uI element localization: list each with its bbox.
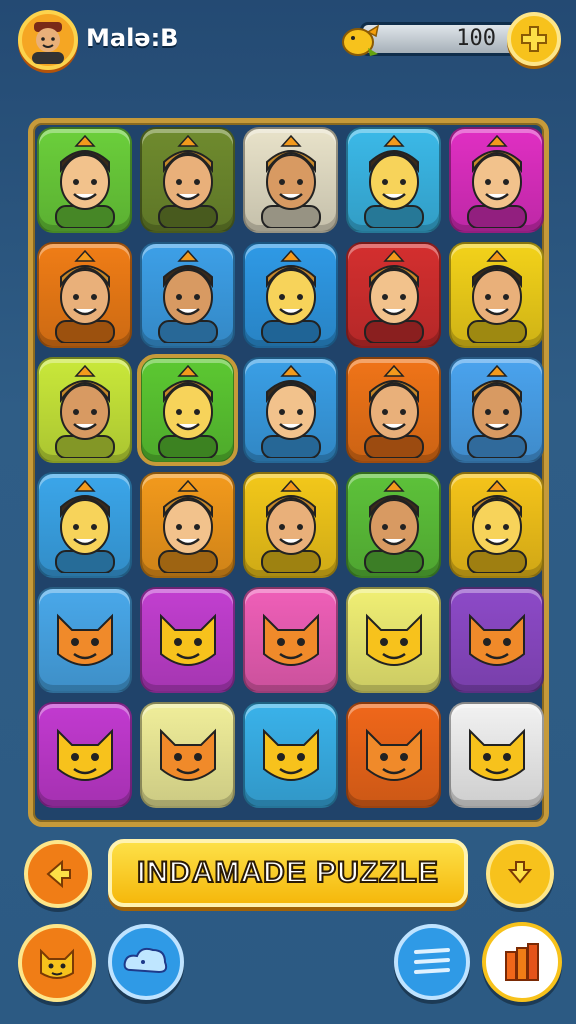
down-button[interactable]	[486, 840, 554, 908]
puzzle-tile[interactable]	[346, 702, 441, 808]
player-avatar-icon	[32, 22, 64, 64]
puzzle-tile[interactable]	[243, 472, 338, 578]
puzzle-tile[interactable]	[449, 242, 544, 348]
add-coins-button[interactable]	[507, 12, 561, 66]
curly-hair-woman-icon	[260, 134, 321, 228]
cloud-button[interactable]	[108, 924, 184, 1000]
puzzle-tile[interactable]	[140, 702, 235, 808]
orange-cat-icon	[262, 613, 319, 666]
cloud-creature-icon	[123, 947, 168, 974]
puzzle-tile[interactable]	[346, 357, 441, 463]
puzzle-tile[interactable]	[243, 702, 338, 808]
tiki-mask-icon	[260, 364, 321, 458]
puzzle-tile[interactable]	[346, 472, 441, 578]
puzzle-tile[interactable]	[243, 587, 338, 693]
puzzle-tile[interactable]	[449, 357, 544, 463]
plus-icon	[521, 26, 547, 52]
crowned-smiling-man-icon	[260, 249, 321, 343]
palm-tree-icon	[363, 479, 424, 573]
old-man-hat-icon	[466, 134, 527, 228]
arrow-down-icon	[507, 861, 533, 884]
puzzle-tile[interactable]	[37, 472, 132, 578]
coin-count: 100	[456, 26, 496, 51]
puzzle-tile[interactable]	[243, 127, 338, 233]
puzzle-tile[interactable]	[346, 127, 441, 233]
elf-face-icon	[157, 134, 218, 228]
cone-hat-man-icon	[54, 479, 115, 573]
maroon-hat-man-icon	[466, 479, 527, 573]
puzzle-board	[28, 118, 549, 827]
puzzle-tile[interactable]	[449, 587, 544, 693]
puzzle-tile[interactable]	[37, 587, 132, 693]
green-hat-man-icon	[363, 249, 424, 343]
puzzle-tile[interactable]	[137, 354, 238, 466]
list-lines-icon	[414, 948, 450, 974]
cat-face-icon	[40, 948, 74, 979]
smiling-cat-icon	[365, 613, 422, 666]
puzzle-tile[interactable]	[140, 127, 235, 233]
back-button[interactable]	[24, 840, 92, 908]
dark-hair-man-icon	[466, 249, 527, 343]
puzzle-tile[interactable]	[243, 357, 338, 463]
goblin-face-icon	[157, 364, 218, 458]
arrow-left-icon	[46, 859, 71, 889]
masked-man-icon	[54, 134, 115, 228]
crowned-boy-icon	[157, 479, 218, 573]
star-chick-icon	[468, 728, 525, 781]
puzzle-tile[interactable]	[37, 242, 132, 348]
wing-leaf-icon	[468, 613, 525, 666]
blue-bird-brush-icon	[365, 728, 422, 781]
menu-button[interactable]	[394, 924, 470, 1000]
grandma-icon	[54, 364, 115, 458]
puzzle-title: INDAMADE PUZZLE	[136, 855, 439, 890]
blocks-button[interactable]	[482, 922, 562, 1002]
orange-blocks-icon	[505, 943, 539, 981]
puzzle-tile[interactable]	[140, 472, 235, 578]
coin-creature-icon	[342, 24, 380, 56]
puzzle-tile[interactable]	[346, 587, 441, 693]
yellow-cat-icon	[56, 613, 113, 666]
puzzle-tile[interactable]	[140, 587, 235, 693]
puzzle-tile[interactable]	[449, 702, 544, 808]
party-hat-man-icon	[54, 249, 115, 343]
player-avatar[interactable]	[18, 10, 78, 70]
puzzle-tile[interactable]	[140, 242, 235, 348]
puzzle-tile[interactable]	[37, 357, 132, 463]
cake-rocket-icon	[56, 728, 113, 781]
blue-creature-icon	[363, 364, 424, 458]
player-name: Malə:B	[86, 24, 179, 52]
puzzle-tile[interactable]	[37, 702, 132, 808]
green-blob-icon	[159, 728, 216, 781]
sunglasses-man-icon	[260, 479, 321, 573]
puzzle-title-banner: INDAMADE PUZZLE	[108, 839, 468, 907]
pink-elf-icon	[159, 613, 216, 666]
seahorse-tree-icon	[262, 728, 319, 781]
puzzle-tile[interactable]	[449, 472, 544, 578]
curly-hair-man-icon	[157, 249, 218, 343]
puzzle-tile[interactable]	[243, 242, 338, 348]
yellow-king-icon	[466, 364, 527, 458]
puzzle-tile[interactable]	[346, 242, 441, 348]
cat-button[interactable]	[18, 924, 96, 1002]
puzzle-tile[interactable]	[449, 127, 544, 233]
crowned-yellow-man-icon	[363, 134, 424, 228]
puzzle-tile[interactable]	[37, 127, 132, 233]
